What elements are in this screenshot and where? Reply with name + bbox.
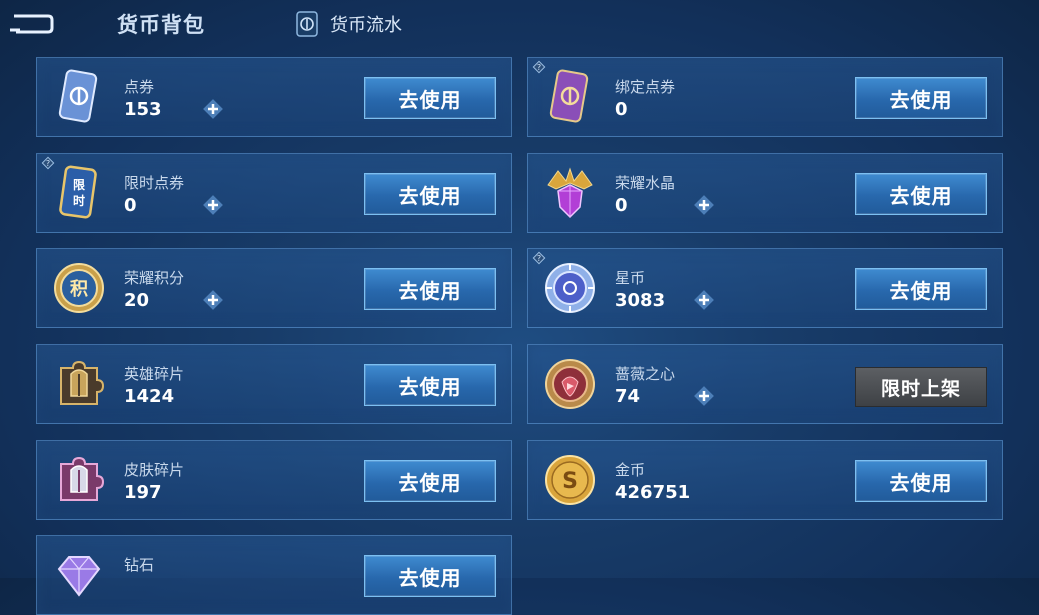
glory-points-icon-text: 积 xyxy=(70,279,88,300)
currency-name: 金币 xyxy=(615,461,646,479)
currency-name: 限时点券 xyxy=(124,174,185,192)
skin-shard-icon xyxy=(60,456,105,501)
currency-card-rose-heart: 蔷薇之心 74 限时上架 xyxy=(527,344,1003,424)
currency-card-skin-shard: 皮肤碎片 197 去使用 xyxy=(36,440,512,520)
currency-amount: 1424 xyxy=(124,386,175,407)
currency-card-limited-voucher: ? 限 时 限时点券 0 去使用 xyxy=(36,153,512,233)
currency-amount: 3083 xyxy=(615,290,666,311)
currency-name: 蔷薇之心 xyxy=(615,365,676,383)
currency-name: 点券 xyxy=(124,78,155,96)
coin-flow-label: 货币流水 xyxy=(330,15,402,36)
limited-voucher-icon-text-top: 限 xyxy=(73,177,85,192)
back-arrow-icon[interactable] xyxy=(8,12,54,36)
currency-card-hero-shard: 英雄碎片 1424 去使用 xyxy=(36,344,512,424)
currency-amount: 197 xyxy=(124,482,162,503)
currency-amount: 153 xyxy=(124,99,162,120)
currency-card-glory-crystal: 荣耀水晶 0 去使用 xyxy=(527,153,1003,233)
currency-amount: 74 xyxy=(615,386,641,407)
gold-coin-icon-letter: S xyxy=(562,469,578,494)
use-button[interactable]: 去使用 xyxy=(364,555,496,597)
currency-name: 皮肤碎片 xyxy=(124,461,185,479)
plus-icon[interactable] xyxy=(691,383,717,409)
rose-heart-icon xyxy=(545,359,595,409)
plus-icon[interactable] xyxy=(200,192,226,218)
currency-name: 星币 xyxy=(615,269,646,287)
hero-shard-icon xyxy=(60,360,105,405)
glory-crystal-icon xyxy=(547,167,593,219)
star-coin-icon xyxy=(545,263,595,313)
use-button[interactable]: 去使用 xyxy=(364,268,496,310)
limited-shelf-button: 限时上架 xyxy=(855,367,987,407)
gold-coin-icon: S xyxy=(545,455,595,505)
coin-flow-icon xyxy=(296,11,318,37)
currency-name: 绑定点券 xyxy=(615,78,676,96)
limited-voucher-icon: 限 时 xyxy=(59,165,97,219)
use-button[interactable]: 去使用 xyxy=(364,364,496,406)
currency-name: 英雄碎片 xyxy=(124,365,185,383)
use-button[interactable]: 去使用 xyxy=(855,268,987,310)
use-button[interactable]: 去使用 xyxy=(855,460,987,502)
use-button[interactable]: 去使用 xyxy=(364,77,496,119)
coin-flow-link[interactable]: 货币流水 xyxy=(294,10,402,38)
currency-card-bound-voucher: ? 绑定点券 0 去使用 xyxy=(527,57,1003,137)
currency-amount: 0 xyxy=(615,99,628,120)
svg-text:?: ? xyxy=(537,254,541,263)
use-button[interactable]: 去使用 xyxy=(855,77,987,119)
currency-card-diamond: 钻石 去使用 xyxy=(36,535,512,615)
limited-voucher-icon-text-bottom: 时 xyxy=(73,193,85,208)
plus-icon[interactable] xyxy=(691,287,717,313)
bound-voucher-icon xyxy=(549,69,589,123)
currency-name: 荣耀水晶 xyxy=(615,174,676,192)
top-bar: 货币背包 货币流水 xyxy=(0,0,1039,50)
currency-amount: 0 xyxy=(615,195,628,216)
currency-card-voucher: 点券 153 去使用 xyxy=(36,57,512,137)
currency-name: 钻石 xyxy=(124,556,155,574)
use-button[interactable]: 去使用 xyxy=(855,173,987,215)
currency-card-glory-points: 积 荣耀积分 20 去使用 xyxy=(36,248,512,328)
voucher-icon xyxy=(58,69,98,123)
use-button[interactable]: 去使用 xyxy=(364,460,496,502)
currency-card-gold-coin: S 金币 426751 去使用 xyxy=(527,440,1003,520)
currency-amount: 426751 xyxy=(615,482,691,503)
currency-amount: 0 xyxy=(124,195,137,216)
plus-icon[interactable] xyxy=(200,287,226,313)
currency-amount: 20 xyxy=(124,290,150,311)
currency-card-star-coin: ? 星币 3083 去使用 xyxy=(527,248,1003,328)
currency-name: 荣耀积分 xyxy=(124,269,185,287)
use-button[interactable]: 去使用 xyxy=(364,173,496,215)
page-title: 货币背包 xyxy=(117,13,205,37)
diamond-icon xyxy=(57,556,101,597)
svg-text:?: ? xyxy=(46,159,50,168)
glory-points-icon: 积 xyxy=(54,263,104,313)
plus-icon[interactable] xyxy=(200,96,226,122)
plus-icon[interactable] xyxy=(691,192,717,218)
svg-text:?: ? xyxy=(537,63,541,72)
